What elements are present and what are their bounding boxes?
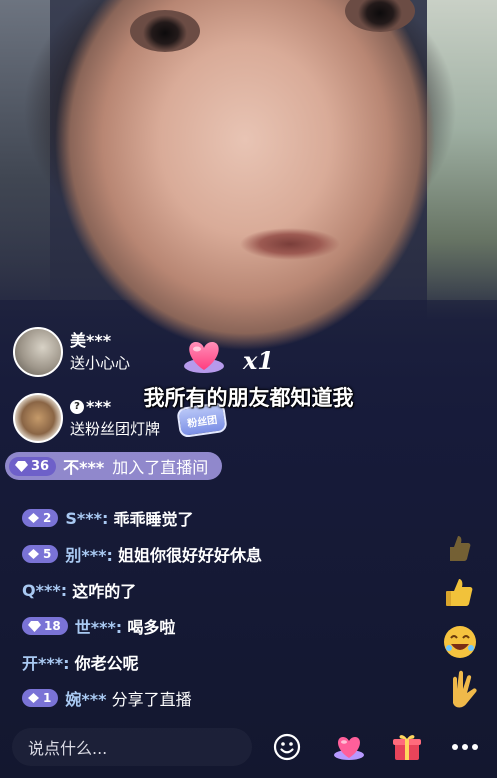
chat-username[interactable]: Q***: — [22, 581, 67, 600]
join-text: 加入了直播间 — [112, 458, 209, 477]
comment-input[interactable]: 说点什么... — [12, 728, 252, 766]
chat-text: 分享了直播 — [111, 690, 192, 709]
streamer-eye-right — [345, 0, 415, 32]
chat-message: 开***: 你老公呢 — [22, 649, 139, 675]
heart-gift-icon — [334, 737, 364, 760]
user-level-badge: 2 — [22, 509, 59, 527]
chat-text: 这咋的了 — [72, 582, 137, 601]
diamond-level-icon — [28, 620, 41, 632]
gift-count: x1 — [243, 346, 275, 375]
heart-gift-icon — [184, 342, 224, 373]
chat-username[interactable]: 开***: — [22, 650, 70, 674]
live-subtitle: 我所有的朋友都知道我 — [143, 386, 354, 410]
hand-sign-icon — [444, 668, 480, 712]
diamond-level-icon — [28, 693, 39, 703]
join-username[interactable]: 不*** — [63, 454, 104, 478]
chat-message: 18 世***: 喝多啦 — [22, 613, 175, 639]
gift-box-icon — [393, 735, 421, 760]
user-level-badge: 5 — [22, 545, 59, 563]
gift-action: 送小心心 — [70, 354, 131, 372]
chat-message: 5 别***: 姐姐你很好好好休息 — [22, 541, 262, 567]
join-notification: 36 不*** 加入了直播间 — [5, 452, 223, 480]
laugh-emoji-icon — [440, 622, 480, 662]
chat-message: 2 S***: 乖乖睡觉了 — [22, 505, 194, 531]
user-level-badge: 18 — [22, 617, 68, 635]
streamer-face — [45, 0, 445, 360]
gift-action: 送粉丝团灯牌 — [70, 420, 161, 438]
chat-text: 姐姐你很好好好休息 — [117, 546, 262, 565]
more-icon — [452, 744, 478, 750]
diamond-level-icon — [28, 549, 39, 559]
chat-username[interactable]: S***: — [65, 509, 108, 528]
chat-text: 你老公呢 — [74, 654, 139, 673]
bottom-bar: 说点什么... — [0, 724, 497, 770]
streamer-mouth — [235, 225, 345, 263]
emoji-button[interactable] — [268, 728, 306, 766]
streamer-eye-left — [130, 10, 200, 52]
gift-sender-name: 美*** — [70, 331, 112, 350]
user-level-badge: 36 — [9, 456, 57, 476]
user-level-badge: 1 — [22, 689, 59, 707]
diamond-level-icon — [15, 460, 28, 472]
diamond-level-icon — [28, 513, 39, 523]
heart-gift-button[interactable] — [330, 728, 368, 766]
chat-text: 乖乖睡觉了 — [113, 510, 194, 529]
thumbs-up-icon — [443, 575, 475, 609]
gift-notification: 美*** 送小心心 — [13, 326, 130, 378]
thumbs-up-icon — [443, 532, 473, 564]
gift-button[interactable] — [388, 728, 426, 766]
avatar[interactable] — [13, 327, 63, 377]
more-button[interactable] — [446, 728, 484, 766]
chat-message: 1 婉*** 分享了直播 — [22, 685, 192, 711]
emoji-icon — [273, 733, 301, 761]
chat-text: 喝多啦 — [127, 618, 176, 637]
chat-message: Q***: 这咋的了 — [22, 577, 136, 603]
chat-username[interactable]: 世***: — [75, 614, 123, 638]
chat-username[interactable]: 别***: — [65, 542, 113, 566]
chat-username[interactable]: 婉*** — [65, 686, 106, 710]
